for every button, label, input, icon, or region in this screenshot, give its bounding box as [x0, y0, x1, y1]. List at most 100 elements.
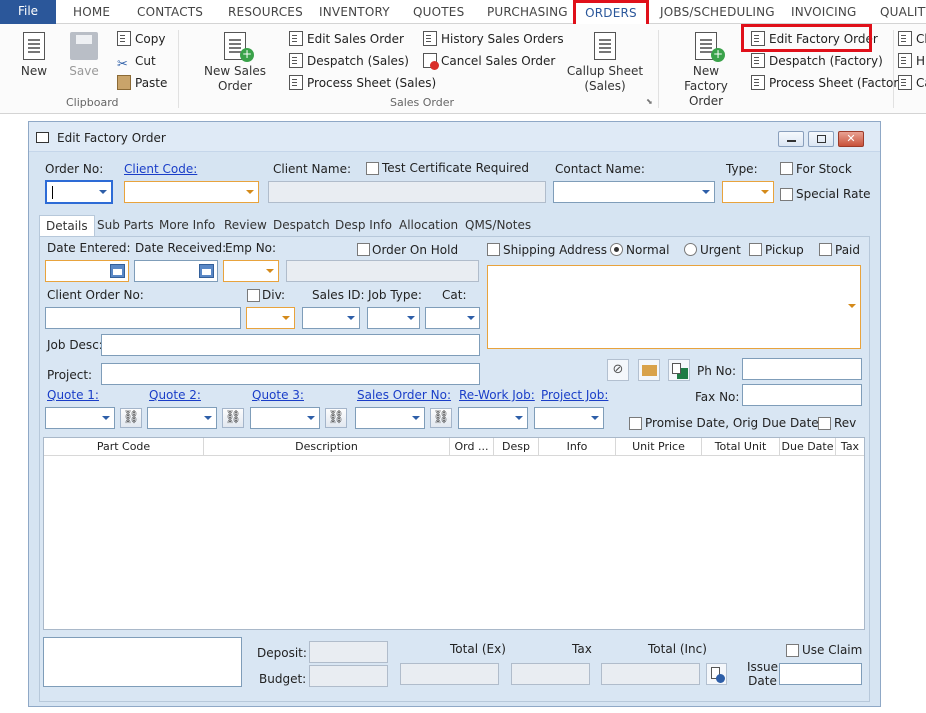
- for-stock-checkbox[interactable]: [780, 162, 793, 175]
- notes-field[interactable]: [43, 637, 242, 687]
- div-checkbox[interactable]: [247, 289, 260, 302]
- pickup-checkbox[interactable]: [749, 243, 762, 256]
- save-button[interactable]: Save: [62, 32, 106, 79]
- col-ord[interactable]: Ord ...: [450, 438, 494, 456]
- quote-3-link[interactable]: Quote 3:: [252, 388, 304, 402]
- div-field[interactable]: [246, 307, 295, 329]
- shipping-address-checkbox[interactable]: [487, 243, 500, 256]
- tab-resources[interactable]: RESOURCES: [228, 0, 303, 24]
- quote-2-field[interactable]: [147, 407, 217, 429]
- maximize-button[interactable]: [808, 131, 834, 147]
- test-cert-checkbox[interactable]: [366, 162, 379, 175]
- quote-3-link-icon[interactable]: ⛓: [325, 408, 347, 428]
- process-sheet-factory-button[interactable]: Process Sheet (Factory): [751, 74, 910, 92]
- issue-date-field[interactable]: [779, 663, 862, 685]
- paste-button[interactable]: Paste: [117, 74, 167, 92]
- excel-export-icon[interactable]: [668, 359, 690, 381]
- sales-order-no-link[interactable]: Sales Order No:: [357, 388, 451, 402]
- info-document-icon[interactable]: [706, 663, 727, 685]
- tab-details[interactable]: Details: [39, 215, 95, 237]
- project-job-field[interactable]: [534, 407, 604, 429]
- tab-despatch[interactable]: Despatch: [267, 215, 336, 237]
- folder-icon[interactable]: [638, 359, 660, 381]
- budget-field[interactable]: [309, 665, 388, 687]
- paid-checkbox[interactable]: [819, 243, 832, 256]
- client-code-link[interactable]: Client Code:: [124, 162, 197, 176]
- history-sales-orders-button[interactable]: History Sales Orders: [423, 30, 564, 48]
- tab-file[interactable]: File: [0, 0, 56, 24]
- date-entered-field[interactable]: [45, 260, 129, 282]
- quote-3-field[interactable]: [250, 407, 320, 429]
- project-field[interactable]: [101, 363, 480, 385]
- type-field[interactable]: [722, 181, 774, 203]
- tab-purchasing[interactable]: PURCHASING: [487, 0, 568, 24]
- despatch-sales-button[interactable]: Despatch (Sales): [289, 52, 409, 70]
- client-order-no-field[interactable]: [45, 307, 241, 329]
- tax-field[interactable]: [511, 663, 590, 685]
- tab-sub-parts[interactable]: Sub Parts: [91, 215, 160, 237]
- client-code-field[interactable]: [124, 181, 259, 203]
- quote-1-link[interactable]: Quote 1:: [47, 388, 99, 402]
- order-no-field[interactable]: [45, 180, 113, 204]
- tab-qms-notes[interactable]: QMS/Notes: [459, 215, 537, 237]
- deposit-field[interactable]: [309, 641, 388, 663]
- cut-button[interactable]: ✂ Cut: [117, 52, 156, 72]
- col-tax[interactable]: Tax: [836, 438, 864, 456]
- job-type-field[interactable]: [367, 307, 420, 329]
- cancel-sales-order-button[interactable]: Cancel Sales Order: [423, 52, 555, 70]
- project-job-link[interactable]: Project Job:: [541, 388, 608, 402]
- promise-date-checkbox[interactable]: [629, 417, 642, 430]
- ph-no-field[interactable]: [742, 358, 862, 380]
- tab-quotes[interactable]: QUOTES: [413, 0, 464, 24]
- total-inc-field[interactable]: [601, 663, 700, 685]
- client-name-field[interactable]: [268, 181, 546, 203]
- normal-radio[interactable]: [610, 243, 623, 256]
- despatch-factory-button[interactable]: Despatch (Factory): [751, 52, 883, 70]
- new-button[interactable]: New: [14, 32, 54, 79]
- shipping-address-field[interactable]: [487, 265, 861, 349]
- copy-button[interactable]: Copy: [117, 30, 165, 48]
- new-sales-order-button[interactable]: + New Sales Order: [200, 32, 270, 94]
- minimize-button[interactable]: [778, 131, 804, 147]
- sales-order-no-field[interactable]: [355, 407, 425, 429]
- tab-more-info[interactable]: More Info: [153, 215, 221, 237]
- factory-extra-button-2[interactable]: Hi: [898, 52, 926, 70]
- tab-allocation[interactable]: Allocation: [393, 215, 464, 237]
- tab-invoicing[interactable]: INVOICING: [791, 0, 857, 24]
- tab-jobs-scheduling[interactable]: JOBS/SCHEDULING: [660, 0, 775, 24]
- edit-sales-order-button[interactable]: Edit Sales Order: [289, 30, 404, 48]
- parts-grid[interactable]: Part Code Description Ord ... Desp Info …: [43, 437, 865, 630]
- col-due-date[interactable]: Due Date: [780, 438, 836, 456]
- calendar-icon[interactable]: [110, 264, 125, 278]
- urgent-radio[interactable]: [684, 243, 697, 256]
- process-sheet-sales-button[interactable]: Process Sheet (Sales): [289, 74, 436, 92]
- rework-job-link[interactable]: Re-Work Job:: [459, 388, 535, 402]
- quote-1-link-icon[interactable]: ⛓: [120, 408, 142, 428]
- col-part-code[interactable]: Part Code: [44, 438, 204, 456]
- close-button[interactable]: ✕: [838, 131, 864, 147]
- cat-field[interactable]: [425, 307, 480, 329]
- tab-quality[interactable]: QUALITY: [880, 0, 926, 24]
- fax-no-field[interactable]: [742, 384, 862, 406]
- col-unit-price[interactable]: Unit Price: [616, 438, 702, 456]
- quote-1-field[interactable]: [45, 407, 115, 429]
- factory-extra-button-3[interactable]: Ca: [898, 74, 926, 92]
- use-claim-checkbox[interactable]: [786, 644, 799, 657]
- new-factory-order-button[interactable]: + New Factory Order: [670, 32, 742, 109]
- tab-review[interactable]: Review: [218, 215, 273, 237]
- attachment-icon[interactable]: ⊘: [607, 359, 629, 381]
- special-rate-checkbox[interactable]: [780, 188, 793, 201]
- tab-home[interactable]: HOME: [73, 0, 110, 24]
- col-total-unit[interactable]: Total Unit: [702, 438, 780, 456]
- quote-2-link-icon[interactable]: ⛓: [222, 408, 244, 428]
- job-desc-field[interactable]: [101, 334, 480, 356]
- contact-name-field[interactable]: [553, 181, 715, 203]
- rev-checkbox[interactable]: [818, 417, 831, 430]
- tab-desp-info[interactable]: Desp Info: [329, 215, 398, 237]
- total-ex-field[interactable]: [400, 663, 499, 685]
- sales-id-field[interactable]: [302, 307, 360, 329]
- emp-no-field[interactable]: [223, 260, 279, 282]
- order-on-hold-checkbox[interactable]: [357, 243, 370, 256]
- dialog-launcher-icon[interactable]: ⬊: [646, 97, 653, 106]
- sales-order-link-icon[interactable]: ⛓: [430, 408, 452, 428]
